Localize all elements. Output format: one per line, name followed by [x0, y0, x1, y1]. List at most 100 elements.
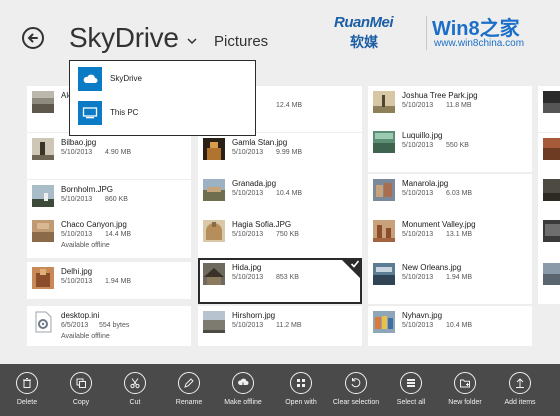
file-size: 9.99 MB: [276, 149, 303, 156]
file-size: 1.94 MB: [446, 274, 473, 281]
file-tile[interactable]: Bilbao.jpg 5/10/2013 4.90 MB: [27, 133, 191, 179]
file-tile-partial[interactable]: [538, 258, 560, 304]
offline-status: Available offline: [61, 242, 110, 249]
computer-icon: [78, 101, 102, 125]
file-size: 12.4 MB: [276, 102, 303, 109]
file-tile[interactable]: Hirshorn.jpg 5/10/2013 11.2 MB: [198, 306, 362, 346]
file-tile[interactable]: Delhi.jpg 5/10/2013 1.94 MB: [27, 262, 191, 299]
file-size: 1.94 MB: [105, 278, 132, 285]
thumbnail-image: [32, 185, 54, 207]
watermark-logo: RuanMei 软媒 Win8之家 www.win8china.com: [334, 14, 546, 54]
file-tile-partial[interactable]: [538, 86, 560, 132]
file-size: 860 KB: [105, 196, 128, 203]
copy-button[interactable]: Copy: [54, 372, 108, 416]
file-tile[interactable]: New Orleans.jpg 5/10/2013 1.94 MB: [368, 258, 532, 304]
delete-button[interactable]: Delete: [0, 372, 54, 416]
thumbnail-image: [32, 138, 54, 160]
chevron-down-icon[interactable]: [186, 35, 198, 47]
file-name: Joshua Tree Park.jpg: [402, 91, 478, 100]
new-folder-button[interactable]: New folder: [438, 372, 492, 416]
file-date: 5/10/2013: [402, 322, 434, 329]
breadcrumb: Pictures: [214, 33, 269, 50]
cloud-download-icon: [232, 372, 254, 394]
location-option-this-pc[interactable]: This PC: [78, 101, 254, 129]
file-tile[interactable]: Manarola.jpg 5/10/2013 6.03 MB: [368, 174, 532, 220]
file-name: Bilbao.jpg: [61, 138, 97, 147]
settings-file-icon: [35, 311, 52, 333]
cut-button[interactable]: Cut: [108, 372, 162, 416]
file-tile[interactable]: Gamla Stan.jpg 5/10/2013 9.99 MB: [198, 133, 362, 179]
file-size: 13.1 MB: [446, 231, 473, 238]
command-label: Copy: [72, 399, 90, 406]
file-size: 4.90 MB: [105, 149, 132, 156]
location-option-skydrive[interactable]: SkyDrive: [78, 67, 254, 95]
file-tile-partial[interactable]: [538, 133, 560, 179]
file-name: Manarola.jpg: [402, 179, 449, 188]
clear-selection-button[interactable]: Clear selection: [329, 372, 383, 416]
file-tile[interactable]: Monument Valley.jpg 5/10/2013 13.1 MB: [368, 215, 532, 258]
file-tile[interactable]: desktop.ini 6/5/2013 554 bytes Available…: [27, 306, 191, 346]
thumbnail-image: [203, 138, 225, 160]
command-label: New folder: [448, 399, 482, 406]
back-arrow-icon: [27, 33, 38, 43]
file-name: Chaco Canyon.jpg: [61, 220, 127, 229]
file-tile[interactable]: Luquillo.jpg 5/10/2013 550 KB: [368, 126, 532, 172]
file-name: Granada.jpg: [232, 179, 277, 188]
command-label: Select all: [396, 399, 426, 406]
file-name: Bornholm.JPG: [61, 185, 114, 194]
watermark-site-name: Win8之家: [432, 18, 520, 40]
file-tile[interactable]: Granada.jpg 5/10/2013 10.4 MB: [198, 174, 362, 220]
thumbnail-image: [203, 311, 225, 333]
thumbnail-image: [543, 263, 560, 285]
file-name: New Orleans.jpg: [402, 263, 462, 272]
thumbnail-image: [543, 91, 560, 113]
location-option-label: SkyDrive: [110, 74, 143, 83]
thumbnail-image: [373, 220, 395, 242]
file-name: Hagia Sofia.JPG: [232, 220, 292, 229]
offline-status: Available offline: [61, 333, 110, 340]
trash-icon: [16, 372, 38, 394]
add-items-icon: [509, 372, 531, 394]
command-label: Cut: [129, 399, 141, 406]
thumbnail-image: [543, 179, 560, 201]
file-date: 5/10/2013: [402, 190, 434, 197]
open-with-button[interactable]: Open with: [274, 372, 328, 416]
file-tile-partial[interactable]: [538, 215, 560, 258]
file-size: 10.4 MB: [446, 322, 473, 329]
rename-button[interactable]: Rename: [162, 372, 216, 416]
new-folder-icon: [454, 372, 476, 394]
file-name: desktop.ini: [61, 311, 100, 320]
file-date: 5/10/2013: [232, 322, 264, 329]
file-tile-partial[interactable]: [538, 174, 560, 220]
make-offline-button[interactable]: Make offline: [216, 372, 270, 416]
file-name: Gamla Stan.jpg: [232, 138, 288, 147]
copy-icon: [70, 372, 92, 394]
checkmark-icon: [350, 260, 360, 268]
cloud-icon: [78, 67, 102, 91]
select-all-button[interactable]: Select all: [384, 372, 438, 416]
file-date: 5/10/2013: [61, 196, 93, 203]
thumbnail-image: [543, 138, 560, 160]
file-tile[interactable]: Hagia Sofia.JPG 5/10/2013 750 KB: [198, 215, 362, 258]
file-size: 550 KB: [446, 142, 469, 149]
location-dropdown: SkyDrive This PC: [69, 60, 256, 136]
app-title[interactable]: SkyDrive: [69, 22, 179, 54]
file-date: 6/5/2013: [61, 322, 89, 329]
thumbnail-image: [373, 311, 395, 333]
watermark-divider: [426, 16, 427, 50]
command-label: Make offline: [224, 399, 262, 406]
file-tile[interactable]: Chaco Canyon.jpg 5/10/2013 14.4 MB Avail…: [27, 215, 191, 258]
file-size: 11.8 MB: [446, 102, 472, 109]
thumbnail-image: [32, 267, 54, 289]
file-tile[interactable]: Nyhavn.jpg 5/10/2013 10.4 MB: [368, 306, 532, 346]
watermark-site-url: www.win8china.com: [434, 38, 525, 49]
select-all-icon: [400, 372, 422, 394]
file-tile-selected[interactable]: Hida.jpg 5/10/2013 853 KB: [198, 258, 362, 304]
back-button[interactable]: [22, 27, 44, 49]
command-label: Add items: [504, 399, 536, 406]
file-date: 5/10/2013: [232, 149, 264, 156]
file-name: Nyhavn.jpg: [402, 311, 443, 320]
add-items-button[interactable]: Add items: [493, 372, 547, 416]
thumbnail-image: [32, 91, 54, 113]
file-size: 14.4 MB: [105, 231, 132, 238]
